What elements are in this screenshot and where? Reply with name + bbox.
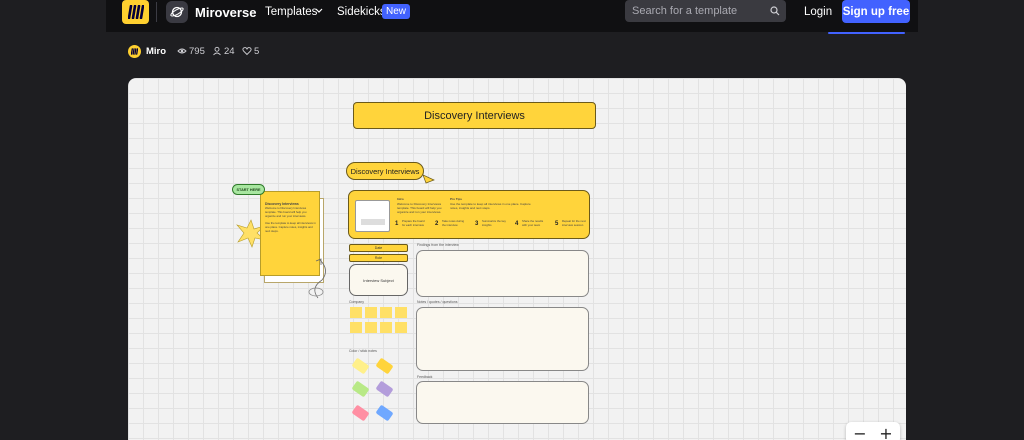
sticky-body: Welcome to Discovery Interviews template… bbox=[265, 206, 307, 218]
sticky-blue bbox=[375, 404, 394, 422]
heart-icon[interactable] bbox=[242, 46, 252, 56]
step-text: Take notes during the interview bbox=[442, 219, 465, 227]
author-avatar[interactable] bbox=[128, 45, 141, 58]
sticky-green bbox=[351, 380, 370, 398]
sticky-gold bbox=[375, 357, 394, 375]
feedback-box bbox=[416, 381, 589, 424]
zoom-out-button[interactable]: − bbox=[850, 424, 870, 440]
color-caption: Color / stick notes bbox=[349, 349, 377, 353]
sticky-square bbox=[380, 322, 392, 333]
step-number: 1 bbox=[395, 221, 399, 227]
step-text: Share the results with your team bbox=[522, 219, 544, 227]
intro-text: Welcome to Discovery Interviews template… bbox=[397, 202, 442, 214]
new-badge: New bbox=[382, 4, 411, 19]
templates-menu[interactable]: Templates bbox=[265, 6, 317, 18]
zoom-in-button[interactable]: + bbox=[876, 424, 896, 440]
start-here-label: START HERE bbox=[232, 184, 265, 195]
image-placeholder bbox=[355, 200, 390, 232]
sticky-square bbox=[350, 322, 362, 333]
miroverse-icon[interactable] bbox=[166, 1, 188, 23]
notes-caption: Notes / quotes / questions bbox=[417, 300, 458, 304]
chevron-down-icon[interactable] bbox=[315, 6, 323, 14]
step-text: Repeat for the next interview session bbox=[562, 219, 586, 227]
signup-button[interactable]: Sign up free bbox=[842, 0, 910, 23]
section-tag: Discovery Interviews bbox=[346, 162, 424, 180]
board-title: Discovery Interviews bbox=[353, 102, 596, 129]
step-number: 2 bbox=[435, 221, 439, 227]
sticky-square bbox=[380, 307, 392, 318]
sticky-square bbox=[395, 322, 407, 333]
date-label: Date bbox=[349, 244, 408, 252]
step-number: 4 bbox=[515, 221, 519, 227]
tips-text: Use the template to keep all interviews … bbox=[450, 202, 531, 210]
sticky-purple bbox=[375, 380, 394, 398]
copies-count: 24 bbox=[224, 46, 235, 57]
sticky-square bbox=[365, 322, 377, 333]
login-link[interactable]: Login bbox=[804, 6, 832, 18]
user-icon bbox=[213, 46, 221, 56]
notes-box bbox=[416, 307, 589, 371]
sticky-square bbox=[350, 307, 362, 318]
sticky-pink bbox=[351, 404, 370, 422]
board-preview-canvas[interactable]: Discovery Interviews START HERE Discover… bbox=[128, 78, 906, 440]
step-number: 3 bbox=[475, 221, 479, 227]
sticky-body-2: Use the template to keep all interviews … bbox=[265, 221, 316, 233]
sticky-note-text: Discovery Interviews Welcome to Discover… bbox=[265, 202, 317, 233]
nav-divider bbox=[156, 2, 157, 22]
pointer-shape bbox=[423, 174, 435, 184]
findings-box bbox=[416, 250, 589, 297]
signup-underline bbox=[828, 32, 905, 34]
likes-count: 5 bbox=[254, 46, 260, 57]
step-text: Prepare the board for each interview bbox=[402, 219, 425, 227]
company-caption: Company bbox=[349, 300, 364, 304]
sticky-yellow bbox=[351, 357, 370, 375]
step-text: Summarize the key insights bbox=[482, 219, 506, 227]
eye-icon bbox=[177, 48, 187, 54]
role-label: Role bbox=[349, 254, 408, 262]
arrow-doodle bbox=[308, 258, 326, 299]
search-input[interactable] bbox=[632, 4, 762, 18]
feedback-caption: Feedback bbox=[417, 375, 433, 379]
intro-label: Intro bbox=[397, 197, 404, 201]
step-number: 5 bbox=[555, 221, 559, 227]
sidekicks-link[interactable]: Sidekicks bbox=[337, 6, 386, 18]
sticky-square bbox=[395, 307, 407, 318]
sticky-square bbox=[365, 307, 377, 318]
views-count: 795 bbox=[189, 46, 205, 57]
intro-card: Intro Welcome to Discovery Interviews te… bbox=[348, 190, 590, 239]
search-icon[interactable] bbox=[770, 6, 780, 16]
author-name[interactable]: Miro bbox=[146, 46, 166, 57]
top-navigation: Miroverse Templates Sidekicks New Login … bbox=[0, 0, 1024, 32]
brand-name[interactable]: Miroverse bbox=[195, 5, 256, 20]
findings-caption: Findings from the interview bbox=[417, 243, 459, 247]
tips-label: Pro Tips bbox=[450, 197, 462, 201]
zoom-controls: − + bbox=[846, 422, 900, 440]
interviewee-box: Interview Subject bbox=[349, 264, 408, 296]
miro-logo-icon[interactable] bbox=[122, 0, 149, 24]
search-box[interactable] bbox=[625, 0, 786, 22]
